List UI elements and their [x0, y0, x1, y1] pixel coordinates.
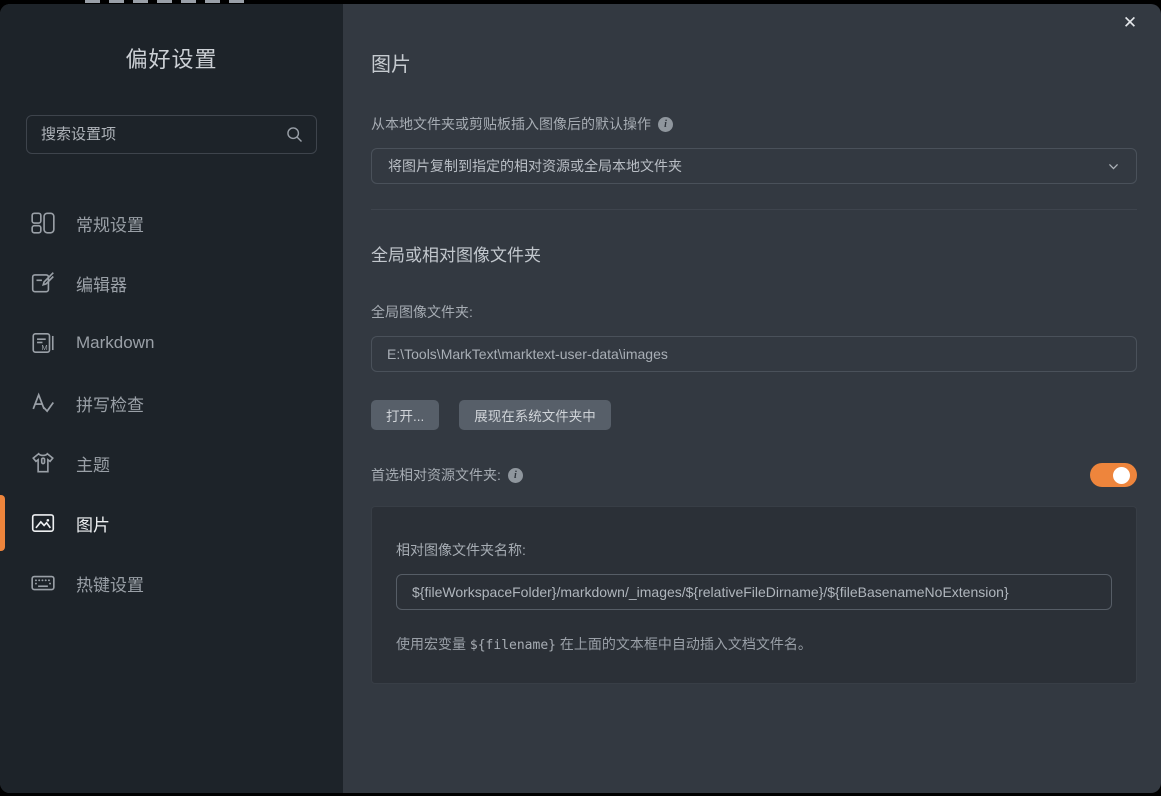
- sidebar-item-label: 图片: [76, 511, 110, 536]
- folder-section-title: 全局或相对图像文件夹: [371, 241, 1137, 266]
- image-settings-pane: ✕ 图片 从本地文件夹或剪贴板插入图像后的默认操作 i 将图片复制到指定的相对资…: [343, 4, 1161, 793]
- default-action-selected-value: 将图片复制到指定的相对资源或全局本地文件夹: [388, 156, 682, 176]
- relative-folder-name-input[interactable]: [396, 574, 1112, 610]
- svg-text:M: M: [41, 343, 47, 352]
- reveal-in-explorer-button[interactable]: 展现在系统文件夹中: [459, 400, 611, 430]
- close-icon[interactable]: ✕: [1119, 14, 1141, 36]
- sidebar-nav: 常规设置 编辑器 M Markdown: [0, 193, 343, 613]
- sidebar-item-image[interactable]: 图片: [0, 493, 343, 553]
- theme-icon: [30, 450, 56, 476]
- page-title: 图片: [371, 48, 1137, 77]
- sidebar-item-label: 主题: [76, 451, 110, 476]
- sidebar-item-editor[interactable]: 编辑器: [0, 253, 343, 313]
- relative-folder-name-label: 相对图像文件夹名称:: [396, 540, 1112, 560]
- sidebar-item-markdown[interactable]: M Markdown: [0, 313, 343, 373]
- sidebar-item-theme[interactable]: 主题: [0, 433, 343, 493]
- prefer-relative-label-row: 首选相对资源文件夹: i: [371, 465, 523, 485]
- sidebar-item-label: Markdown: [76, 333, 154, 353]
- sidebar-item-keybindings[interactable]: 热键设置: [0, 553, 343, 613]
- general-icon: [30, 210, 56, 236]
- editor-icon: [30, 270, 56, 296]
- search-box: [26, 115, 317, 154]
- sidebar-item-label: 编辑器: [76, 271, 127, 296]
- sidebar-item-label: 拼写检查: [76, 391, 144, 416]
- folder-buttons-row: 打开... 展现在系统文件夹中: [371, 400, 1137, 430]
- keyboard-icon: [30, 570, 56, 596]
- default-action-select[interactable]: 将图片复制到指定的相对资源或全局本地文件夹: [371, 148, 1137, 184]
- section-divider: [371, 209, 1137, 210]
- chevron-down-icon: [1107, 160, 1120, 173]
- macro-hint-suffix: 在上面的文本框中自动插入文档文件名。: [556, 636, 812, 652]
- markdown-icon: M: [30, 330, 56, 356]
- default-action-label: 从本地文件夹或剪贴板插入图像后的默认操作: [371, 114, 651, 134]
- sidebar-title: 偏好设置: [0, 42, 343, 74]
- prefer-relative-toggle[interactable]: [1090, 463, 1137, 487]
- relative-folder-panel: 相对图像文件夹名称: 使用宏变量 ${filename} 在上面的文本框中自动插…: [371, 506, 1137, 684]
- preferences-window: 偏好设置 常规设置 编辑: [0, 4, 1161, 793]
- macro-hint-code: ${filename}: [470, 638, 556, 653]
- image-icon: [30, 510, 56, 536]
- macro-hint-prefix: 使用宏变量: [396, 636, 470, 652]
- sidebar: 偏好设置 常规设置 编辑: [0, 4, 343, 793]
- sidebar-item-spellcheck[interactable]: 拼写检查: [0, 373, 343, 433]
- prefer-relative-label: 首选相对资源文件夹:: [371, 465, 501, 485]
- info-icon: i: [658, 117, 673, 132]
- toggle-knob: [1113, 467, 1130, 484]
- window-top-remnant: [85, 0, 247, 3]
- sidebar-item-label: 热键设置: [76, 571, 144, 596]
- sidebar-item-label: 常规设置: [76, 211, 144, 236]
- prefer-relative-row: 首选相对资源文件夹: i: [371, 463, 1137, 487]
- default-action-label-row: 从本地文件夹或剪贴板插入图像后的默认操作 i: [371, 114, 1137, 134]
- macro-hint: 使用宏变量 ${filename} 在上面的文本框中自动插入文档文件名。: [396, 634, 1112, 654]
- open-folder-button[interactable]: 打开...: [371, 400, 439, 430]
- search-icon: [284, 124, 305, 145]
- search-input[interactable]: [26, 115, 317, 154]
- sidebar-item-general[interactable]: 常规设置: [0, 193, 343, 253]
- info-icon: i: [508, 468, 523, 483]
- global-folder-label: 全局图像文件夹:: [371, 302, 1137, 322]
- global-folder-input[interactable]: [371, 336, 1137, 372]
- spellcheck-icon: [30, 390, 56, 416]
